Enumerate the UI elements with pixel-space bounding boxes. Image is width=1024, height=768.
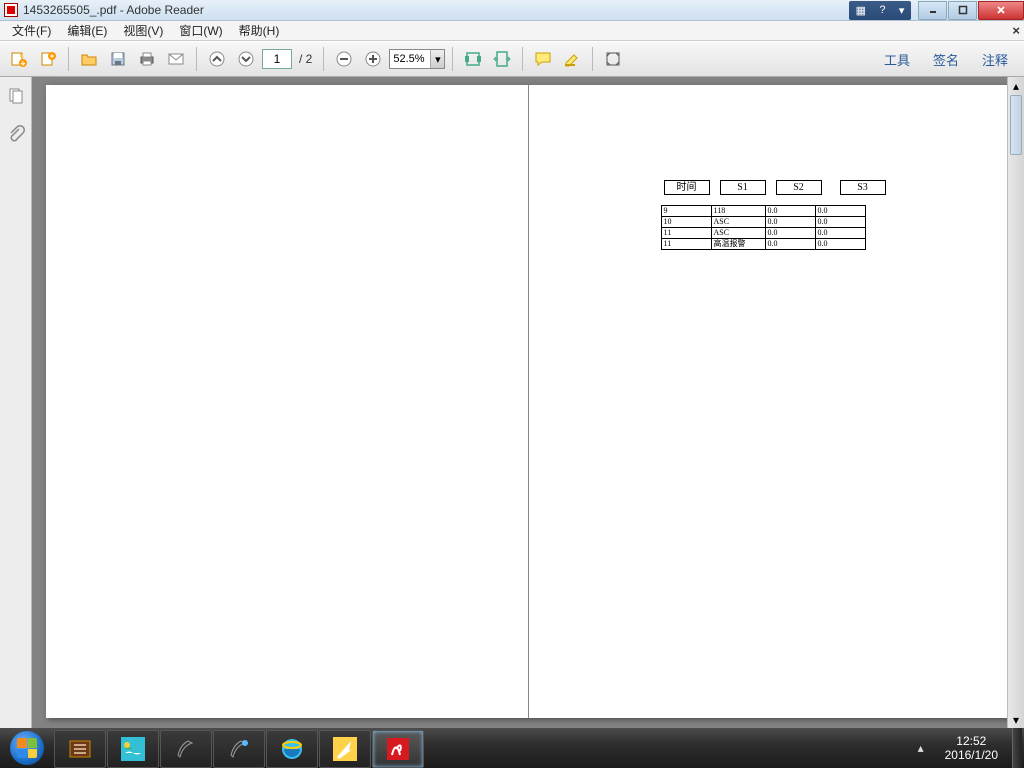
toolbar: / 2 52.5% ▾ 工具 签名 注释 [0, 41, 1024, 77]
taskbar-app-6[interactable] [319, 730, 371, 768]
header-cell: S3 [840, 180, 886, 195]
help-icon: ? [879, 4, 885, 16]
sign-panel-button[interactable]: 签名 [923, 46, 969, 73]
windows-icon [10, 731, 44, 765]
open-button[interactable] [76, 46, 102, 72]
taskbar-app-4[interactable] [213, 730, 265, 768]
pdf-icon [4, 3, 18, 17]
two-page-view: 时间 S1 S2 S3 91180.00.0 10ASC0.00.0 11ASC… [46, 85, 1010, 718]
start-button[interactable] [0, 728, 54, 768]
toolbar-separator [68, 47, 69, 71]
data-table: 91180.00.0 10ASC0.00.0 11ASC0.00.0 11高温报… [661, 205, 866, 250]
header-cell: S2 [776, 180, 822, 195]
window-titlebar: 1453265505_.pdf - Adobe Reader ▦ ? ▾ [0, 0, 1024, 21]
page-1[interactable] [46, 85, 529, 718]
comment-button[interactable] [530, 46, 556, 72]
table-row: 10ASC0.00.0 [661, 217, 865, 228]
page-number-input[interactable] [262, 49, 292, 69]
reader-help-box[interactable]: ▦ ? ▾ [849, 1, 911, 20]
zoom-in-button[interactable] [360, 46, 386, 72]
scroll-down-icon[interactable]: ▾ [1008, 711, 1024, 728]
reader-help-cluster: ▦ ? ▾ [849, 0, 917, 21]
create-pdf-button[interactable] [35, 46, 61, 72]
grid-icon: ▦ [856, 4, 866, 17]
table-row: 91180.00.0 [661, 206, 865, 217]
header-cell: 时间 [664, 180, 710, 195]
clock-time: 12:52 [945, 734, 998, 748]
page-up-button[interactable] [204, 46, 230, 72]
comment-panel-button[interactable]: 注释 [972, 46, 1018, 73]
taskbar-ie[interactable] [266, 730, 318, 768]
clock-date: 2016/1/20 [945, 748, 998, 762]
toolbar-separator [452, 47, 453, 71]
system-tray: ▴ 12:52 2016/1/20 [911, 728, 1024, 768]
page-total-label: / 2 [299, 52, 312, 66]
zoom-out-button[interactable] [331, 46, 357, 72]
menu-help[interactable]: 帮助(H) [231, 20, 288, 41]
window-title: 1453265505_.pdf - Adobe Reader [23, 3, 204, 17]
highlight-button[interactable] [559, 46, 585, 72]
close-button[interactable] [978, 1, 1024, 20]
read-mode-button[interactable] [600, 46, 626, 72]
zoom-select[interactable]: 52.5% ▾ [389, 49, 445, 69]
taskbar-app-1[interactable] [54, 730, 106, 768]
taskbar-app-3[interactable] [160, 730, 212, 768]
fit-window-button[interactable] [460, 46, 486, 72]
maximize-button[interactable] [948, 1, 977, 20]
table-row: 11高温报警0.00.0 [661, 239, 865, 250]
toolbar-separator [592, 47, 593, 71]
header-cell: S1 [720, 180, 766, 195]
page-down-button[interactable] [233, 46, 259, 72]
table-headers: 时间 S1 S2 S3 [664, 180, 886, 195]
export-pdf-button[interactable] [6, 46, 32, 72]
toolbar-separator [323, 47, 324, 71]
scroll-up-icon[interactable]: ▴ [1008, 77, 1024, 94]
dropdown-icon: ▾ [899, 4, 905, 17]
taskbar-app-2[interactable] [107, 730, 159, 768]
print-button[interactable] [134, 46, 160, 72]
close-doc-button[interactable]: × [1012, 23, 1020, 38]
menu-edit[interactable]: 编辑(E) [59, 20, 115, 41]
menu-bar: 文件(F) 编辑(E) 视图(V) 窗口(W) 帮助(H) × [0, 21, 1024, 41]
vertical-scrollbar[interactable]: ▴ ▾ [1007, 77, 1024, 728]
attachments-button[interactable] [5, 123, 27, 145]
tools-panel-button[interactable]: 工具 [874, 46, 920, 73]
thumbnails-button[interactable] [5, 85, 27, 107]
scroll-thumb[interactable] [1010, 95, 1022, 155]
window-controls [917, 1, 1024, 20]
save-button[interactable] [105, 46, 131, 72]
email-button[interactable] [163, 46, 189, 72]
minimize-button[interactable] [918, 1, 947, 20]
navigation-pane [0, 77, 32, 728]
table-row: 11ASC0.00.0 [661, 228, 865, 239]
tray-overflow-button[interactable]: ▴ [911, 738, 931, 758]
dropdown-icon: ▾ [430, 50, 444, 68]
menu-window[interactable]: 窗口(W) [171, 20, 230, 41]
show-desktop-button[interactable] [1012, 728, 1022, 768]
menu-file[interactable]: 文件(F) [4, 20, 59, 41]
taskbar: ▴ 12:52 2016/1/20 [0, 728, 1024, 768]
document-area: 时间 S1 S2 S3 91180.00.0 10ASC0.00.0 11ASC… [32, 77, 1024, 728]
zoom-value: 52.5% [393, 53, 424, 65]
menu-view[interactable]: 视图(V) [115, 20, 171, 41]
tray-clock[interactable]: 12:52 2016/1/20 [937, 734, 1006, 762]
page-2[interactable]: 时间 S1 S2 S3 91180.00.0 10ASC0.00.0 11ASC… [529, 85, 1011, 718]
toolbar-separator [522, 47, 523, 71]
fit-width-button[interactable] [489, 46, 515, 72]
toolbar-separator [196, 47, 197, 71]
taskbar-adobe-reader[interactable] [372, 730, 424, 768]
